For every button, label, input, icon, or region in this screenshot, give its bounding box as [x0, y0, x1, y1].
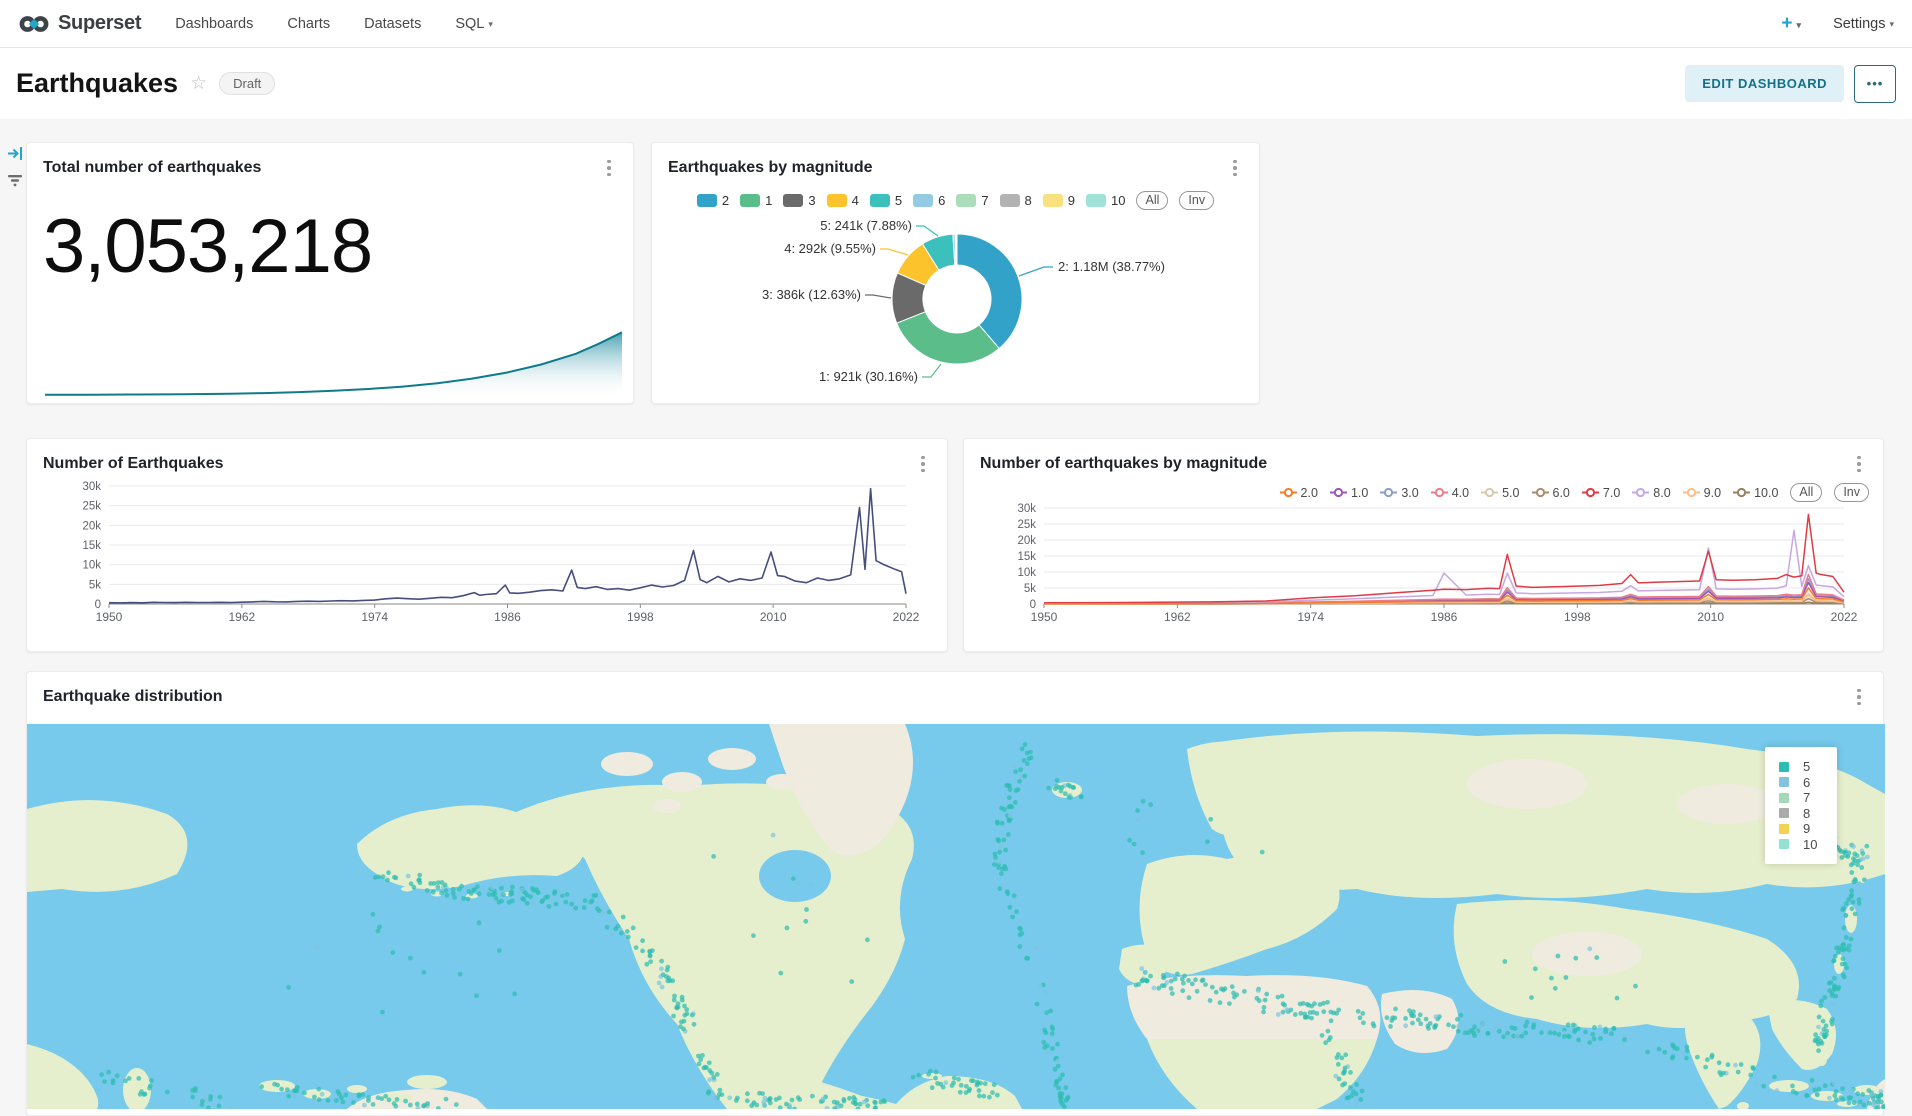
- svg-text:2: 1.18M (38.77%): 2: 1.18M (38.77%): [1058, 259, 1165, 274]
- svg-text:10k: 10k: [82, 560, 101, 572]
- svg-text:25k: 25k: [1017, 519, 1036, 531]
- brand-name: Superset: [58, 12, 141, 35]
- card-earthquakes-by-magnitude: Earthquakes by magnitude 21345678910AllI…: [651, 142, 1260, 404]
- draft-badge: Draft: [219, 72, 275, 95]
- svg-text:1974: 1974: [361, 610, 388, 624]
- map-legend-item-8: 8: [1779, 806, 1837, 822]
- card-earthquakes-by-magnitude-timeseries: Number of earthquakes by magnitude 2.01.…: [963, 438, 1884, 652]
- dashboard-actions-menu-button[interactable]: •••: [1854, 65, 1896, 103]
- svg-text:15k: 15k: [82, 540, 101, 552]
- world-map[interactable]: [27, 724, 1885, 1109]
- svg-text:30k: 30k: [82, 481, 101, 493]
- svg-text:3: 386k (12.63%): 3: 386k (12.63%): [762, 287, 861, 302]
- settings-menu[interactable]: Settings▾: [1833, 16, 1894, 32]
- chevron-down-icon: ▾: [488, 19, 493, 29]
- svg-text:1950: 1950: [1031, 610, 1058, 624]
- map-legend-item-6: 6: [1779, 775, 1837, 791]
- edit-dashboard-button[interactable]: EDIT DASHBOARD: [1685, 65, 1844, 102]
- chevron-down-icon: ▾: [1889, 19, 1894, 29]
- svg-text:1962: 1962: [228, 610, 255, 624]
- favorite-star-icon[interactable]: ☆: [190, 72, 207, 95]
- nav-item-sql[interactable]: SQL▾: [455, 16, 493, 32]
- card-number-of-earthquakes: Number of Earthquakes 05k10k15k20k25k30k…: [26, 438, 948, 652]
- line-chart[interactable]: 05k10k15k20k25k30k1950196219741986199820…: [27, 439, 949, 653]
- new-item-button[interactable]: +▾: [1781, 13, 1801, 35]
- svg-text:5k: 5k: [1024, 583, 1036, 595]
- filter-icon[interactable]: [7, 174, 23, 192]
- expand-filter-bar-icon[interactable]: [7, 146, 24, 166]
- card-earthquake-distribution: Earthquake distribution 5678910: [26, 671, 1884, 1116]
- svg-text:1974: 1974: [1297, 610, 1324, 624]
- map-legend: 5678910: [1765, 747, 1837, 864]
- superset-infinity-icon: [18, 14, 50, 34]
- svg-text:2022: 2022: [893, 610, 920, 624]
- top-navbar: Superset Dashboards Charts Datasets SQL▾ +▾…: [0, 0, 1912, 48]
- svg-text:10k: 10k: [1017, 567, 1036, 579]
- nav-item-dashboards[interactable]: Dashboards: [175, 16, 253, 32]
- svg-text:5: 241k (7.88%): 5: 241k (7.88%): [820, 218, 912, 233]
- svg-text:1986: 1986: [1431, 610, 1458, 624]
- svg-text:1950: 1950: [96, 610, 123, 624]
- nav-item-datasets[interactable]: Datasets: [364, 16, 421, 32]
- svg-text:1998: 1998: [1564, 610, 1591, 624]
- map-legend-item-5: 5: [1779, 759, 1837, 775]
- svg-text:25k: 25k: [82, 501, 101, 513]
- svg-text:2010: 2010: [1697, 610, 1724, 624]
- svg-text:2010: 2010: [760, 610, 787, 624]
- sparkline-chart[interactable]: [27, 143, 635, 405]
- chart-options-kebab[interactable]: [1850, 687, 1868, 707]
- svg-text:30k: 30k: [1017, 503, 1036, 515]
- svg-text:5k: 5k: [89, 579, 101, 591]
- svg-text:4: 292k (9.55%): 4: 292k (9.55%): [784, 241, 876, 256]
- map-legend-item-10: 10: [1779, 837, 1837, 853]
- svg-text:1986: 1986: [494, 610, 521, 624]
- svg-text:20k: 20k: [1017, 535, 1036, 547]
- svg-text:1998: 1998: [627, 610, 654, 624]
- map-legend-item-9: 9: [1779, 821, 1837, 837]
- multi-line-chart[interactable]: 05k10k15k20k25k30k1950196219741986199820…: [964, 439, 1885, 653]
- svg-text:2022: 2022: [1831, 610, 1858, 624]
- chevron-down-icon: ▾: [1797, 20, 1802, 30]
- page-title: Earthquakes: [16, 68, 178, 99]
- superset-logo[interactable]: Superset: [18, 12, 141, 35]
- map-legend-item-7: 7: [1779, 790, 1837, 806]
- donut-chart[interactable]: 2: 1.18M (38.77%) 1: 921k (30.16%) 3: 386k…: [652, 143, 1261, 405]
- svg-text:15k: 15k: [1017, 551, 1036, 563]
- dashboard-header: Earthquakes ☆ Draft EDIT DASHBOARD •••: [0, 48, 1912, 119]
- svg-text:20k: 20k: [82, 520, 101, 532]
- card-title: Earthquake distribution: [43, 688, 223, 706]
- nav-items: Dashboards Charts Datasets SQL▾: [175, 16, 493, 32]
- nav-item-charts[interactable]: Charts: [287, 16, 330, 32]
- svg-text:1: 921k (30.16%): 1: 921k (30.16%): [819, 369, 918, 384]
- svg-text:1962: 1962: [1164, 610, 1191, 624]
- card-total-earthquakes: Total number of earthquakes 3,053,218: [26, 142, 634, 404]
